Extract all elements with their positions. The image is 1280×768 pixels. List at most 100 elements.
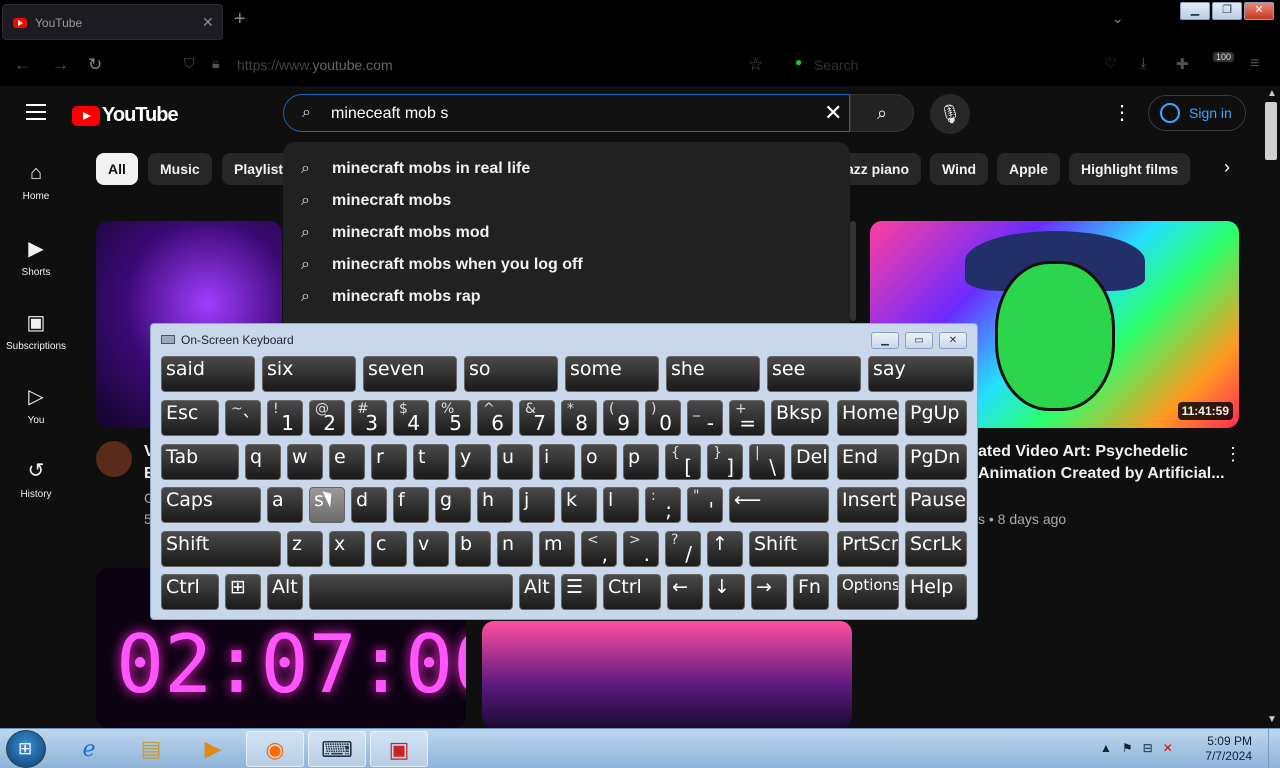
key-ctrl-right[interactable]: Ctrl xyxy=(603,574,661,610)
chip-music[interactable]: Music xyxy=(148,153,212,185)
key-up[interactable]: ↑ xyxy=(707,531,743,567)
key-tilde[interactable]: ~ ` xyxy=(225,400,261,436)
sidebar-item-home[interactable]: ⌂ Home xyxy=(0,162,72,202)
key-bksp[interactable]: Bksp xyxy=(771,400,829,436)
key-m[interactable]: m xyxy=(539,531,575,567)
suggestion-item[interactable]: ⌕ minecraft mobs xyxy=(301,192,451,210)
scroll-down-icon[interactable]: ▼ xyxy=(1267,714,1277,725)
key-h[interactable]: h xyxy=(477,487,513,523)
show-hidden-icons[interactable]: ▲ xyxy=(1100,741,1112,755)
key-word-see[interactable]: see xyxy=(767,356,861,392)
osk-close-button[interactable]: ✕ xyxy=(939,332,967,349)
list-all-tabs-icon[interactable]: ⌄ xyxy=(1112,10,1124,27)
video-title-line2[interactable]: Animation Created by Artificial... xyxy=(978,463,1225,485)
key-esc[interactable]: Esc xyxy=(161,400,219,436)
key-d[interactable]: d xyxy=(351,487,387,523)
search-button[interactable]: ⌕ xyxy=(850,94,914,132)
scrollbar-thumb[interactable] xyxy=(1265,102,1277,160)
lock-icon[interactable]: 🔒︎ xyxy=(212,55,219,72)
taskbar-on-screen-keyboard[interactable]: ⌨ xyxy=(308,731,366,767)
extension-badge[interactable]: 100 xyxy=(1213,52,1235,62)
suggestion-item[interactable]: ⌕ minecraft mobs mod xyxy=(301,224,489,242)
guide-menu-icon[interactable] xyxy=(26,104,46,125)
key-fn[interactable]: Fn xyxy=(793,574,829,610)
key-word-so[interactable]: so xyxy=(464,356,558,392)
key-equals[interactable]: + = xyxy=(729,400,765,436)
key-caps[interactable]: Caps xyxy=(161,487,261,523)
key-word-she[interactable]: she xyxy=(666,356,760,392)
key-semicolon[interactable]: :; xyxy=(645,487,681,523)
sign-in-button[interactable]: Sign in xyxy=(1148,95,1246,131)
taskbar-toolbox-app[interactable]: ▣ xyxy=(370,731,428,767)
key-3[interactable]: #3 xyxy=(351,400,387,436)
tracking-protection-icon[interactable]: ⛉ xyxy=(184,55,195,72)
key-pgup[interactable]: PgUp xyxy=(905,400,967,436)
key-alt-right[interactable]: Alt xyxy=(519,574,555,610)
key-u[interactable]: u xyxy=(497,444,533,480)
key-9[interactable]: (9 xyxy=(603,400,639,436)
back-icon[interactable]: ← xyxy=(14,55,31,75)
video-thumbnail[interactable] xyxy=(482,621,852,728)
key-word-seven[interactable]: seven xyxy=(363,356,457,392)
volume-muted-icon[interactable]: ✕ xyxy=(1163,741,1173,755)
key-o[interactable]: o xyxy=(581,444,617,480)
restore-button[interactable]: ❐ xyxy=(1212,2,1242,20)
key-menu[interactable]: ☰ xyxy=(561,574,597,610)
key-z[interactable]: z xyxy=(287,531,323,567)
search-input[interactable]: ⌕ mineceaft mob s ✕ xyxy=(283,94,850,132)
key-0[interactable]: ) 0 xyxy=(645,400,681,436)
key-x[interactable]: x xyxy=(329,531,365,567)
app-menu-icon[interactable]: ≡ xyxy=(1250,55,1259,73)
osk-minimize-button[interactable]: ▁ xyxy=(871,332,899,349)
taskbar-internet-explorer[interactable]: ℯ xyxy=(60,731,118,767)
sidebar-item-subscriptions[interactable]: ▣ Subscriptions xyxy=(0,310,72,352)
reload-icon[interactable]: ↻ xyxy=(88,55,102,75)
search-engine-icon[interactable]: ● xyxy=(795,55,802,69)
key-quote[interactable]: " ' xyxy=(687,487,723,523)
key-del[interactable]: Del xyxy=(791,444,829,480)
sidebar-item-you[interactable]: ▷ You xyxy=(0,384,72,426)
taskbar-media-player[interactable]: ▶ xyxy=(184,731,242,767)
key-lbracket[interactable]: {[ xyxy=(665,444,701,480)
taskbar-clock[interactable]: 5:09 PM 7/7/2024 xyxy=(1200,734,1252,764)
key-word-say[interactable]: say xyxy=(868,356,974,392)
key-q[interactable]: q xyxy=(245,444,281,480)
key-prtscn[interactable]: PrtScn xyxy=(837,531,899,567)
key-end[interactable]: End xyxy=(837,444,899,480)
key-help[interactable]: Help xyxy=(905,574,967,610)
chip-all[interactable]: All xyxy=(96,153,138,185)
network-icon[interactable]: ⊟ xyxy=(1143,741,1153,755)
forward-icon[interactable]: → xyxy=(52,55,69,75)
key-e[interactable]: e xyxy=(329,444,365,480)
browser-tab-youtube[interactable]: YouTube ✕ xyxy=(2,4,223,40)
key-tab[interactable]: Tab xyxy=(161,444,239,480)
key-v[interactable]: v xyxy=(413,531,449,567)
taskbar-file-explorer[interactable]: ▤ xyxy=(122,731,180,767)
key-rbracket[interactable]: }] xyxy=(707,444,743,480)
key-word-said[interactable]: said xyxy=(161,356,255,392)
tab-close-button[interactable]: ✕ xyxy=(202,14,214,31)
scroll-up-icon[interactable]: ▲ xyxy=(1267,88,1277,99)
sidebar-item-shorts[interactable]: ▶ Shorts xyxy=(0,236,72,278)
key-insert[interactable]: Insert xyxy=(837,487,899,523)
voice-search-button[interactable]: 🎙︎ xyxy=(930,94,970,134)
chip-wind[interactable]: Wind xyxy=(930,153,989,185)
key-4[interactable]: $4 xyxy=(393,400,429,436)
chips-next-icon[interactable]: › xyxy=(1224,157,1230,178)
key-i[interactable]: i xyxy=(539,444,575,480)
video-title[interactable]: ated Video Art: Psychedelic xyxy=(978,441,1188,463)
key-p[interactable]: p xyxy=(623,444,659,480)
key-scrlk[interactable]: ScrLk xyxy=(905,531,967,567)
video-menu-icon[interactable]: ⋮ xyxy=(1224,444,1242,465)
key-minus[interactable]: _ - xyxy=(687,400,723,436)
key-left[interactable]: ← xyxy=(667,574,703,610)
key-a[interactable]: a xyxy=(267,487,303,523)
osk-maximize-button[interactable]: ▭ xyxy=(905,332,933,349)
chip-apple[interactable]: Apple xyxy=(997,153,1060,185)
pocket-icon[interactable]: ♡ xyxy=(1104,55,1117,72)
taskbar-firefox[interactable]: ◉ xyxy=(246,731,304,767)
show-desktop-button[interactable] xyxy=(1268,729,1280,768)
youtube-logo[interactable]: YouTube xyxy=(72,104,179,127)
key-2[interactable]: @2 xyxy=(309,400,345,436)
key-r[interactable]: r xyxy=(371,444,407,480)
